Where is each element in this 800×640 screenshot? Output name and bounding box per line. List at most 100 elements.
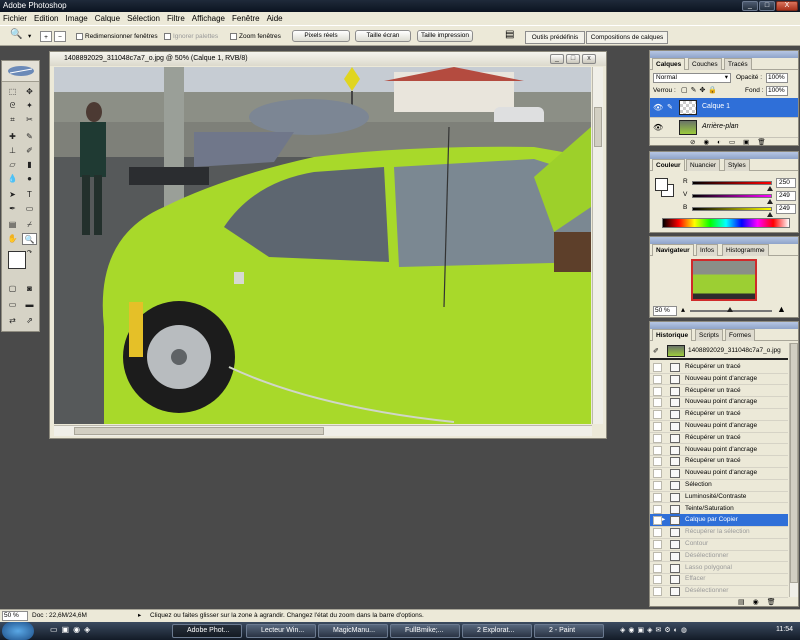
layers-panel-grip[interactable] [650,51,798,58]
zoom-windows-checkbox[interactable]: Zoom fenêtres [230,31,281,42]
tab-swatches[interactable]: Nuancier [686,159,721,171]
menu-aide[interactable]: Aide [267,14,283,23]
foreground-color-swatch[interactable] [8,251,26,269]
doc-minimize-button[interactable]: _ [550,54,564,64]
tab-histogram[interactable]: Histogramme [722,244,769,256]
print-size-button[interactable]: Taille impression [417,30,473,42]
layer-row-background[interactable]: 👁 Arrière-plan [650,118,798,138]
shape-tool-icon[interactable]: ▭ [22,203,37,215]
notes-tool-icon[interactable]: ▤ [5,219,20,231]
history-brush-source-box[interactable] [653,445,662,455]
clone-stamp-tool-icon[interactable]: ⊥ [5,145,20,157]
tab-info[interactable]: Infos [696,244,719,256]
history-brush-source-box[interactable] [653,481,662,490]
layer-row-calque-1[interactable]: 👁 ✎ Calque 1 [650,98,798,118]
canvas-image[interactable] [54,67,591,424]
navigator-panel-grip[interactable] [650,237,798,244]
magic-wand-tool-icon[interactable]: ✦ [22,100,37,112]
history-item[interactable]: Récupérer la sélection [650,526,788,539]
menu-affichage[interactable]: Affichage [192,14,225,23]
marquee-tool-icon[interactable]: ⬚ [5,86,20,98]
history-item[interactable]: Récupérer un tracé [650,361,788,374]
jump-to-imageready-icon[interactable]: ⇄ [5,315,20,327]
menu-fenetre[interactable]: Fenêtre [232,14,260,23]
fg-color-swatch[interactable] [655,178,668,191]
taskbar-task-button[interactable]: FullBmike;... [390,624,460,638]
tab-shapes[interactable]: Formes [725,329,756,341]
history-brush-source-box[interactable] [653,363,662,372]
pen-tool-icon[interactable]: ✒ [5,203,20,215]
channel-slider-handle[interactable] [767,186,774,191]
blend-mode-select[interactable]: Normal ▾ [653,73,731,83]
palette-well-icon[interactable]: ▤ [505,29,514,40]
close-button[interactable]: X [776,1,798,11]
screen-mode-full-icon[interactable]: ▬ [22,299,37,311]
menu-fichier[interactable]: Fichier [3,14,27,23]
history-item[interactable]: Nouveau point d'ancrage [650,373,788,386]
channel-slider-handle[interactable] [767,212,774,217]
taskbar-task-button[interactable]: 2 Explorat... [462,624,532,638]
lasso-tool-icon[interactable]: ᘓ [5,100,20,112]
vertical-scroll-thumb[interactable] [594,107,602,147]
gradient-tool-icon[interactable]: ▮ [22,159,37,171]
zoom-in-small-icon[interactable]: ▲ [777,304,786,314]
history-item[interactable]: Nouveau point d'ancrage [650,467,788,480]
history-brush-source-box[interactable] [653,575,662,585]
history-brush-source-box[interactable] [653,386,662,396]
taskbar-task-button[interactable]: Lecteur Win... [246,624,316,638]
lock-icons[interactable]: ▢✎✥🔒 [681,86,720,94]
layer-name[interactable]: Calque 1 [702,103,730,110]
history-brush-source-box[interactable] [653,422,662,431]
history-item[interactable]: Désélectionner [650,550,788,563]
history-snapshot[interactable]: ✐ 1408892029_311048c7a7_o.jpg [650,343,788,360]
history-item[interactable]: Récupérer un tracé [650,385,788,398]
zoom-out-small-icon[interactable]: ▴ [681,305,685,314]
history-item[interactable]: Lasso polygonal [650,562,788,575]
tab-history[interactable]: Historique [652,329,693,341]
menu-calque[interactable]: Calque [95,14,120,23]
channel-slider[interactable] [692,207,772,211]
tab-layers[interactable]: Calques [652,58,686,70]
channel-value-input[interactable]: 250 [776,178,796,188]
channel-value-input[interactable]: 249 [776,204,796,214]
hand-tool-icon[interactable]: ✋ [5,233,20,245]
history-item[interactable]: Effacer [650,573,788,586]
doc-maximize-button[interactable]: □ [566,54,580,64]
healing-brush-tool-icon[interactable]: ✚ [5,131,20,143]
tab-actions[interactable]: Scripts [695,329,723,341]
history-panel-grip[interactable] [650,322,798,329]
imageready-icon[interactable]: ⇗ [22,315,37,327]
history-brush-source-box[interactable] [653,433,662,443]
history-item[interactable]: Contour [650,538,788,551]
history-brush-source-box[interactable] [653,551,662,561]
move-tool-icon[interactable]: ✥ [22,86,37,98]
eyedropper-tool-icon[interactable]: ⌿ [22,219,37,231]
history-item[interactable]: Nouveau point d'ancrage [650,396,788,409]
horizontal-scroll-thumb[interactable] [74,427,324,435]
start-button-icon[interactable] [2,622,34,640]
type-tool-icon[interactable]: T [22,189,37,201]
tab-tool-presets[interactable]: Outils prédéfinis [525,31,585,44]
history-brush-source-icon[interactable]: ✐ [653,347,659,355]
actual-pixels-button[interactable]: Pixels réels [292,30,350,42]
channel-slider[interactable] [692,181,772,185]
history-item[interactable]: Nouveau point d'ancrage [650,420,788,433]
menu-edition[interactable]: Edition [34,14,58,23]
channel-slider[interactable] [692,194,772,198]
eraser-tool-icon[interactable]: ▱ [5,159,20,171]
menu-image[interactable]: Image [65,14,87,23]
resize-windows-checkbox[interactable]: Redimensionner fenêtres [76,31,158,42]
layers-panel-buttons[interactable]: ⊘◉◐▭▣🗑 [690,138,774,146]
channel-slider-handle[interactable] [767,199,774,204]
chevron-down-icon[interactable]: ▾ [28,31,31,42]
zoom-in-icon[interactable]: + [40,31,52,42]
navigator-thumbnail[interactable] [691,259,757,301]
fill-input[interactable]: 100% [766,86,788,96]
standard-mode-icon[interactable]: ▢ [5,283,20,295]
history-brush-tool-icon[interactable]: ✐ [22,145,37,157]
history-scrollbar[interactable] [789,343,798,597]
taskbar-task-button[interactable]: Adobe Phot... [172,624,242,638]
slice-tool-icon[interactable]: ✂ [22,114,37,126]
history-brush-source-box[interactable] [653,492,662,502]
taskbar-task-button[interactable]: 2 - Paint [534,624,604,638]
